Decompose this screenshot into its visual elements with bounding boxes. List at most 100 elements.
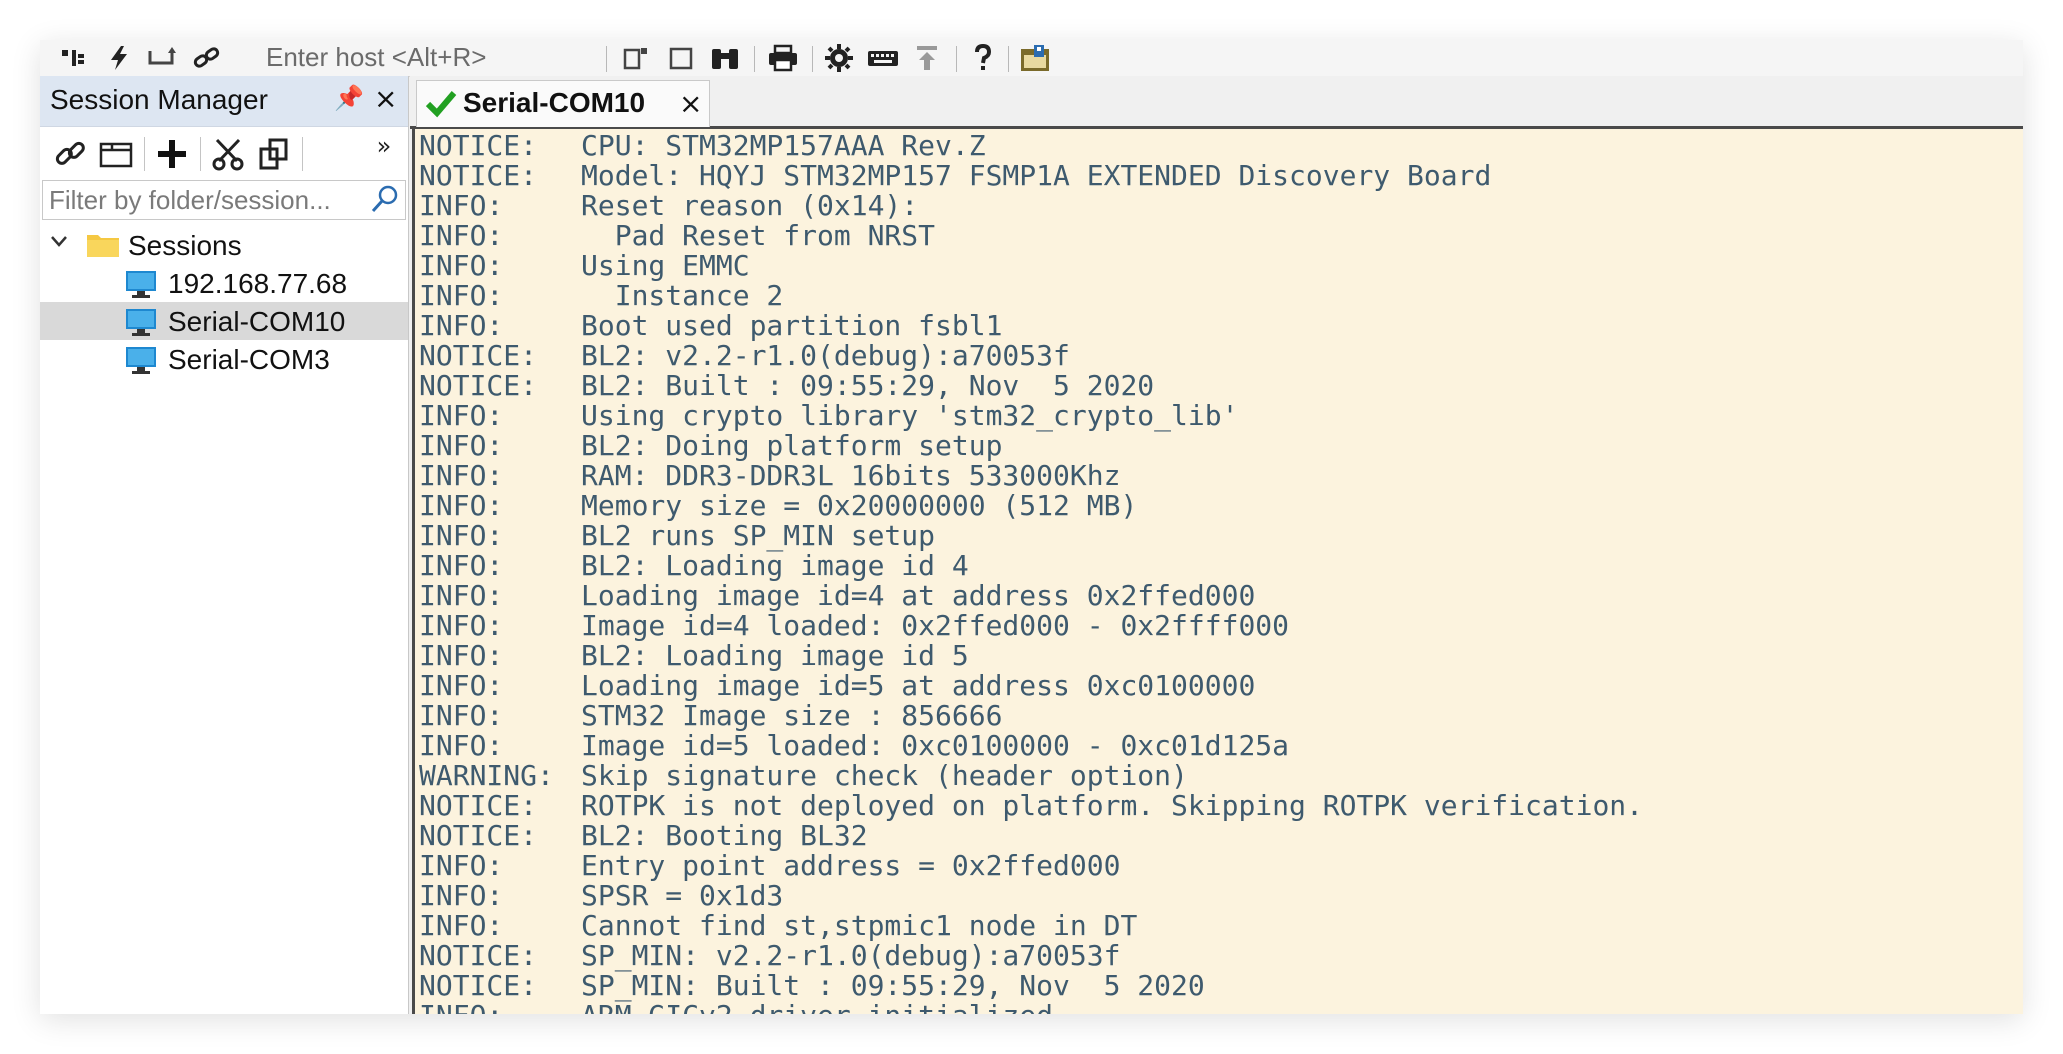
help-icon[interactable] (966, 44, 1000, 72)
log-level: INFO: (419, 429, 504, 462)
log-message: BL2: Built : 09:55:29, Nov 5 2020 (581, 369, 1155, 402)
terminal-line: NOTICE: CPU: STM32MP157AAA Rev.Z (419, 131, 986, 161)
session-item-selected[interactable]: Serial-COM10 (40, 302, 408, 340)
log-message: BL2: Doing platform setup (581, 429, 1003, 462)
terminal-line: INFO: Entry point address = 0x2ffed000 (419, 851, 1120, 881)
log-level: INFO: (419, 639, 504, 672)
close-pane-icon[interactable]: × (374, 82, 397, 115)
session-label: Serial-COM3 (168, 344, 330, 375)
settings-icon[interactable] (822, 44, 856, 72)
tree-folder-sessions[interactable]: Sessions (40, 226, 408, 264)
session-manager-header: Session Manager 📌 × (40, 76, 408, 127)
log-message: Instance 2 (581, 279, 784, 312)
keyboard-icon[interactable] (866, 44, 900, 72)
log-message: Skip signature check (header option) (581, 759, 1188, 792)
log-level: INFO: (419, 729, 504, 762)
session-item[interactable]: 192.168.77.68 (40, 264, 408, 302)
session-item[interactable]: Serial-COM3 (40, 340, 408, 378)
monitor-icon (124, 269, 158, 299)
log-level: NOTICE: (419, 369, 538, 402)
blank-tab-icon[interactable] (664, 44, 698, 72)
session-label: Serial-COM10 (168, 306, 346, 337)
toolbar-separator (606, 46, 607, 72)
log-message: ARM GICv2 driver initialized (581, 999, 1053, 1015)
log-message: Loading image id=4 at address 0x2ffed000 (581, 579, 1256, 612)
log-level: NOTICE: (419, 339, 538, 372)
log-message: STM32 Image size : 856666 (581, 699, 1003, 732)
new-window-icon[interactable] (96, 135, 136, 173)
terminal-line: INFO: BL2 runs SP_MIN setup (419, 521, 935, 551)
log-message: Image id=5 loaded: 0xc0100000 - 0xc01d12… (581, 729, 1290, 762)
terminal-line: INFO: BL2: Doing platform setup (419, 431, 1002, 461)
log-message: Memory size = 0x20000000 (512 MB) (581, 489, 1138, 522)
log-level: INFO: (419, 189, 504, 222)
log-level: INFO: (419, 579, 504, 612)
log-level: INFO: (419, 489, 504, 522)
copy-icon[interactable] (254, 135, 294, 173)
log-level: INFO: (419, 219, 504, 252)
terminal-line: INFO: Pad Reset from NRST (419, 221, 935, 251)
terminal-line: WARNING: Skip signature check (header opt… (419, 761, 1188, 791)
log-level: INFO: (419, 249, 504, 282)
log-level: INFO: (419, 669, 504, 702)
log-message: Using EMMC (581, 249, 750, 282)
log-level: WARNING: (419, 759, 554, 792)
log-level: INFO: (419, 309, 504, 342)
terminal-line: INFO: Memory size = 0x20000000 (512 MB) (419, 491, 1137, 521)
cut-icon[interactable] (208, 135, 248, 173)
toolbar-separator (754, 46, 755, 72)
terminal-line: INFO: BL2: Loading image id 5 (419, 641, 969, 671)
terminal-line: INFO: Reset reason (0x14): (419, 191, 918, 221)
log-message: SP_MIN: v2.2-r1.0(debug):a70053f (581, 939, 1121, 972)
log-message: BL2: Loading image id 5 (581, 639, 969, 672)
toolbar-separator (1008, 46, 1009, 72)
log-level: INFO: (419, 459, 504, 492)
terminal-line: INFO: Cannot find st,stpmic1 node in DT (419, 911, 1137, 941)
log-level: INFO: (419, 609, 504, 642)
terminal-line: INFO: Image id=4 loaded: 0x2ffed000 - 0x2… (419, 611, 1289, 641)
log-message: Reset reason (0x14): (581, 189, 919, 222)
log-level: INFO: (419, 849, 504, 882)
link-icon[interactable] (190, 44, 224, 72)
session-manager-pane: Session Manager 📌 × » Filter by folder/s… (40, 76, 409, 1014)
binoculars-icon[interactable] (708, 44, 742, 72)
chevron-down-icon[interactable] (48, 230, 70, 258)
log-level: INFO: (419, 879, 504, 912)
log-level: NOTICE: (419, 939, 538, 972)
terminal-line: INFO: RAM: DDR3-DDR3L 16bits 533000Khz (419, 461, 1120, 491)
toolbar-separator (302, 137, 303, 171)
terminal-output[interactable]: NOTICE: CPU: STM32MP157AAA Rev.Z NOTICE: Mo… (412, 129, 2023, 1014)
log-message: Pad Reset from NRST (581, 219, 936, 252)
upload-icon[interactable] (910, 44, 944, 72)
print-icon[interactable] (766, 44, 800, 72)
folder-label: Sessions (128, 230, 242, 261)
sftp-icon[interactable] (1018, 44, 1052, 72)
main-toolbar (40, 40, 2023, 77)
toolbar-separator (956, 46, 957, 72)
add-session-icon[interactable] (152, 135, 192, 173)
terminal-line: NOTICE: SP_MIN: Built : 09:55:29, Nov 5 2… (419, 971, 1205, 1001)
session-manager-title: Session Manager (50, 84, 268, 115)
lightning-icon[interactable] (102, 44, 136, 72)
connect-link-icon[interactable] (50, 135, 90, 173)
new-tab-icon[interactable] (620, 44, 654, 72)
search-icon[interactable] (369, 183, 401, 215)
split-view-icon[interactable] (56, 44, 90, 72)
log-level: INFO: (419, 1001, 581, 1015)
terminal-line: INFO: Loading image id=5 at address 0xc01… (419, 671, 1255, 701)
log-message: Loading image id=5 at address 0xc0100000 (581, 669, 1256, 702)
log-message: BL2: Loading image id 4 (581, 549, 969, 582)
host-input[interactable] (266, 42, 586, 72)
tab-serial-com10[interactable]: Serial-COM10 × (416, 80, 710, 127)
more-tools-icon[interactable]: » (364, 127, 404, 165)
log-level: NOTICE: (419, 129, 538, 162)
log-message: BL2: v2.2-r1.0(debug):a70053f (581, 339, 1070, 372)
terminal-line: NOTICE: BL2: Booting BL32 (419, 821, 868, 851)
pin-icon[interactable]: 📌 (334, 84, 364, 112)
log-message: Entry point address = 0x2ffed000 (581, 849, 1121, 882)
terminal-line: INFO: Using EMMC (419, 251, 750, 281)
filter-input[interactable] (49, 185, 365, 215)
close-tab-icon[interactable]: × (679, 87, 702, 120)
reconnect-icon[interactable] (146, 44, 180, 72)
log-level: NOTICE: (419, 819, 538, 852)
